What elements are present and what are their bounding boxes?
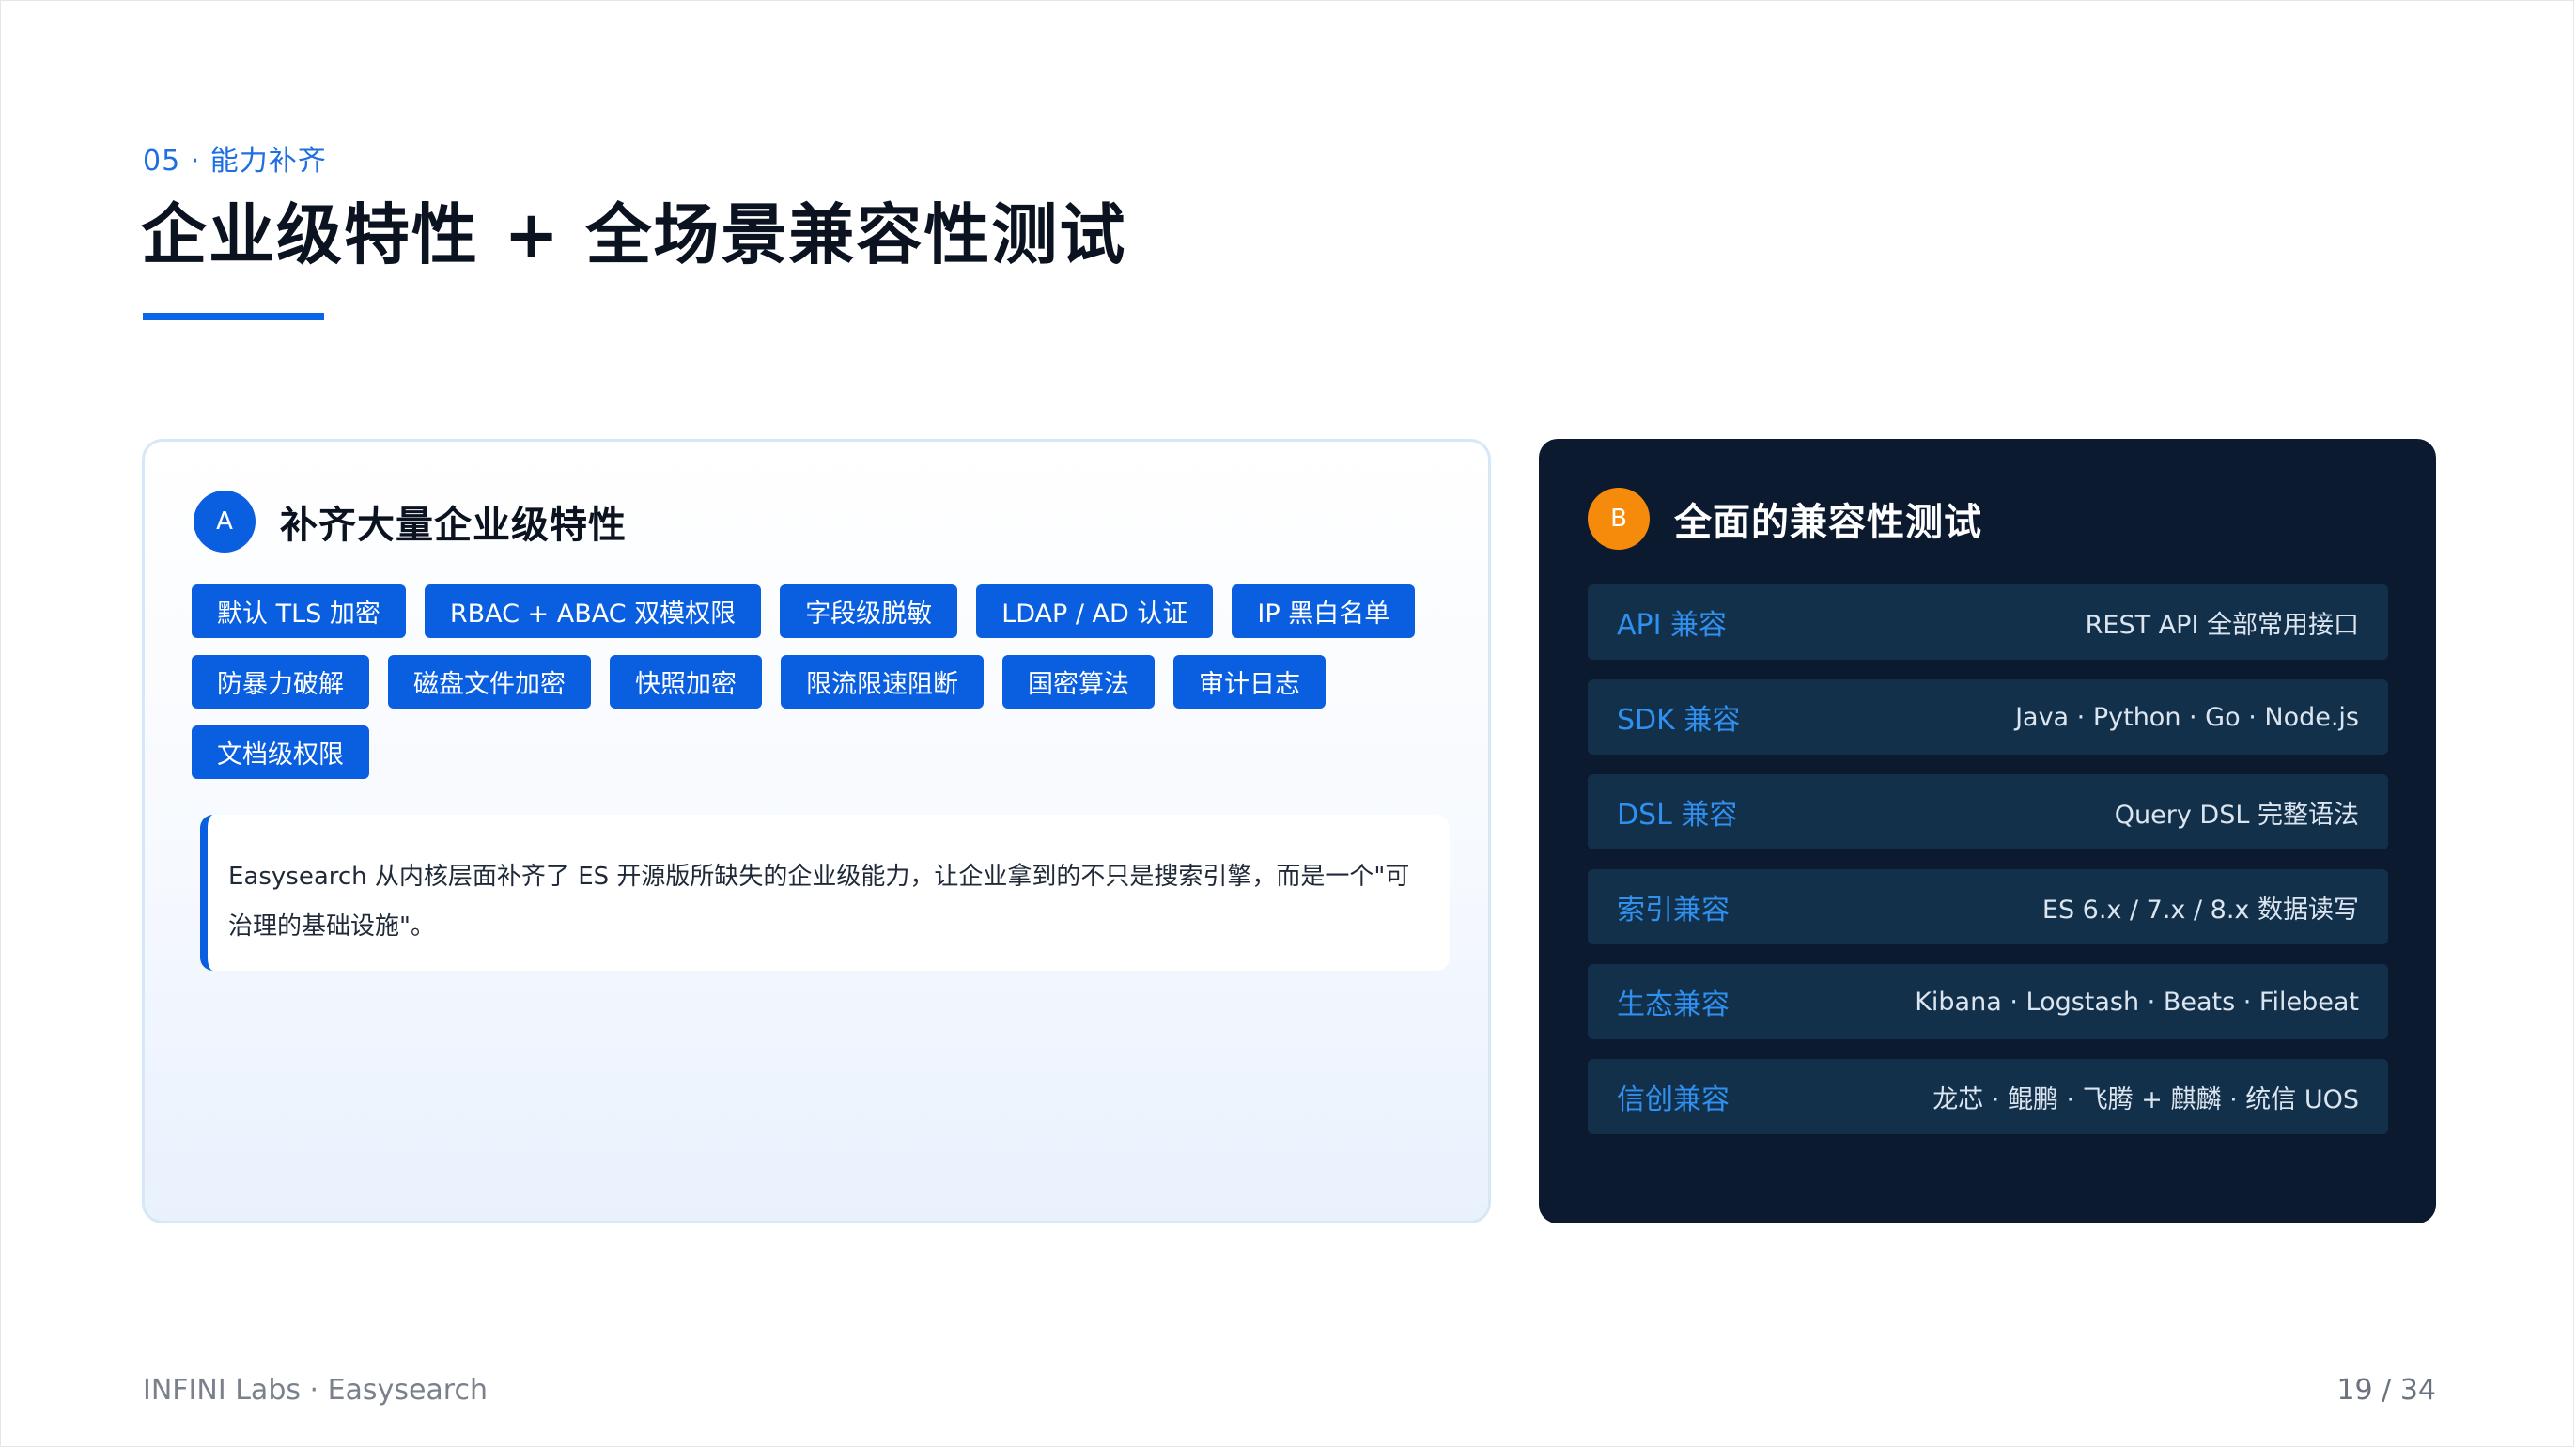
compat-label: 生态兼容 <box>1617 989 1730 1021</box>
panel-a-heading: 补齐大量企业级特性 <box>280 504 627 547</box>
compat-value: REST API 全部常用接口 <box>2085 610 2359 640</box>
panel-a-header: A 补齐大量企业级特性 <box>194 491 627 553</box>
compat-value: Java · Python · Go · Node.js <box>2015 702 2359 732</box>
panel-b-heading: 全面的兼容性测试 <box>1674 501 1982 544</box>
compatibility-list: API 兼容 REST API 全部常用接口 SDK 兼容 Java · Pyt… <box>1588 584 2388 1154</box>
enterprise-features-panel: A 补齐大量企业级特性 默认 TLS 加密 RBAC + ABAC 双模权限 字… <box>142 439 1491 1223</box>
feature-tag: 限流限速阻断 <box>781 655 984 709</box>
compat-value: 龙芯 · 鲲鹏 · 飞腾 + 麒麟 · 统信 UOS <box>1932 1084 2359 1114</box>
compat-label: 索引兼容 <box>1617 894 1730 927</box>
feature-tag: 文档级权限 <box>192 725 369 779</box>
feature-tag: 国密算法 <box>1002 655 1155 709</box>
feature-tag: RBAC + ABAC 双模权限 <box>424 584 762 638</box>
feature-tag: 审计日志 <box>1173 655 1326 709</box>
compat-label: 信创兼容 <box>1617 1083 1730 1116</box>
panel-a-badge: A <box>194 491 256 553</box>
feature-tag: 磁盘文件加密 <box>388 655 591 709</box>
feature-tag: 字段级脱敏 <box>780 584 958 638</box>
compat-value: Kibana · Logstash · Beats · Filebeat <box>1915 987 2359 1017</box>
feature-tag: 快照加密 <box>610 655 762 709</box>
section-label: 05 · 能力补齐 <box>143 145 327 178</box>
compat-value: Query DSL 完整语法 <box>2114 800 2359 830</box>
compatibility-panel: B 全面的兼容性测试 API 兼容 REST API 全部常用接口 SDK 兼容… <box>1539 439 2436 1223</box>
feature-tag: LDAP / AD 认证 <box>976 584 1214 638</box>
title-underline <box>143 313 324 320</box>
feature-tag: 默认 TLS 加密 <box>192 584 406 638</box>
feature-tag: 防暴力破解 <box>192 655 369 709</box>
compat-label: API 兼容 <box>1617 609 1727 642</box>
compat-label: SDK 兼容 <box>1617 704 1741 737</box>
compat-row-xinchuang: 信创兼容 龙芯 · 鲲鹏 · 飞腾 + 麒麟 · 统信 UOS <box>1588 1059 2388 1134</box>
compat-row-ecosystem: 生态兼容 Kibana · Logstash · Beats · Filebea… <box>1588 964 2388 1039</box>
compat-row-dsl: DSL 兼容 Query DSL 完整语法 <box>1588 774 2388 849</box>
compat-label: DSL 兼容 <box>1617 799 1738 832</box>
feature-tag: IP 黑白名单 <box>1232 584 1416 638</box>
feature-tags: 默认 TLS 加密 RBAC + ABAC 双模权限 字段级脱敏 LDAP / … <box>192 584 1451 779</box>
compat-row-index: 索引兼容 ES 6.x / 7.x / 8.x 数据读写 <box>1588 869 2388 944</box>
summary-quote: Easysearch 从内核层面补齐了 ES 开源版所缺失的企业级能力，让企业拿… <box>200 815 1450 971</box>
compat-row-sdk: SDK 兼容 Java · Python · Go · Node.js <box>1588 679 2388 755</box>
compat-row-api: API 兼容 REST API 全部常用接口 <box>1588 584 2388 660</box>
page-number: 19 / 34 <box>2336 1374 2436 1407</box>
panel-b-header: B 全面的兼容性测试 <box>1588 488 1982 550</box>
compat-value: ES 6.x / 7.x / 8.x 数据读写 <box>2041 895 2359 925</box>
panel-b-badge: B <box>1588 488 1650 550</box>
footer-brand: INFINI Labs · Easysearch <box>143 1374 488 1407</box>
page-title: 企业级特性 + 全场景兼容性测试 <box>141 196 1127 273</box>
